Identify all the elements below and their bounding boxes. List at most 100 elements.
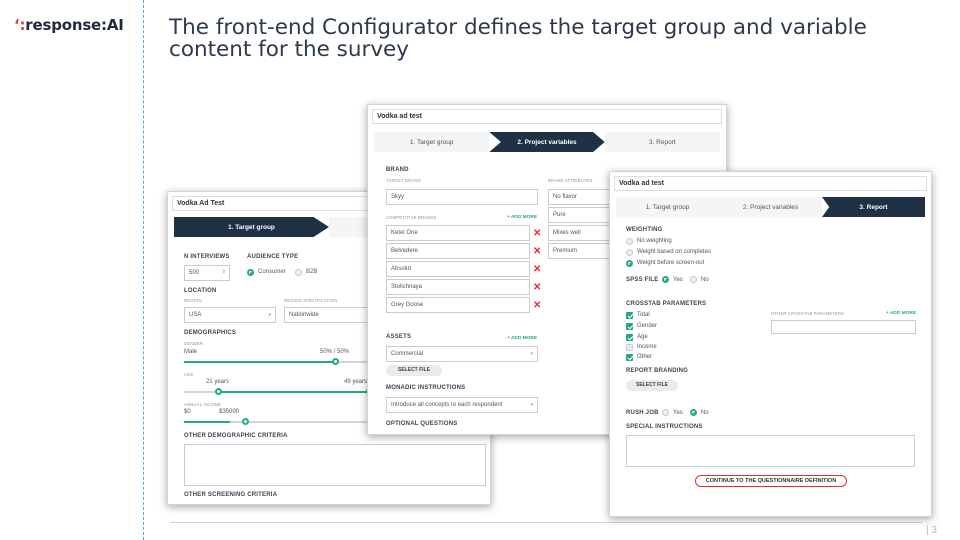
chevron-down-icon: ▾ (530, 402, 533, 408)
delete-icon[interactable]: ✕ (533, 229, 541, 239)
page-number: | 3 (926, 525, 937, 536)
rush-yes-label: Yes (673, 410, 683, 416)
brand-attributes-label: BRAND ATTRIBUTES (548, 178, 593, 183)
brand-logo: ‘:response:AI (14, 16, 124, 34)
other-screening-label: OTHER SCREENING CRITERIA (184, 492, 278, 498)
brand-label: BRAND (386, 167, 409, 173)
income-slider[interactable] (184, 418, 374, 425)
weighting-none-radio[interactable] (626, 238, 633, 245)
brand-value: Ketel One (391, 230, 418, 236)
region-spec-label: REGION SPECIFICATION (284, 298, 338, 303)
age-slider-min-knob[interactable] (215, 388, 222, 395)
crosstab-item-label: Other (637, 354, 653, 360)
audience-b2b-label: B2B (306, 269, 318, 275)
other-crosstab-input[interactable] (771, 320, 916, 334)
spss-yes-radio[interactable] (662, 276, 669, 283)
monadic-select[interactable]: Introduce all concepts to each responden… (386, 397, 538, 413)
competitive-brand-input-2[interactable]: Belvedere (386, 243, 530, 259)
audience-consumer-radio[interactable] (247, 269, 254, 276)
brand-value: Belvedere (391, 248, 419, 254)
audience-b2b-radio[interactable] (295, 269, 302, 276)
delete-icon[interactable]: ✕ (533, 301, 541, 311)
competitive-brands-label: COMPETITIVE BRANDS (386, 215, 437, 220)
step-target-group[interactable]: 1. Target group (616, 197, 719, 217)
special-instructions-label: SPECIAL INSTRUCTIONS (626, 424, 703, 430)
rush-yes-radio[interactable] (662, 409, 669, 416)
target-brand-label: TARGET BRAND (386, 178, 421, 183)
crosstab-item-label: Age (637, 334, 648, 340)
weighting-option: Weight based on completes (637, 249, 711, 255)
chevron-down-icon: ▾ (530, 351, 533, 357)
delete-icon[interactable]: ✕ (533, 247, 541, 257)
gender-split: 50% / 50% (320, 349, 350, 355)
crosstab-age-checkbox[interactable] (626, 334, 633, 341)
competitive-brand-input-1[interactable]: Ketel One (386, 225, 530, 241)
step-target-group[interactable]: 1. Target group (374, 132, 490, 152)
target-brand-input[interactable]: Skyy (386, 189, 538, 205)
other-crosstab-label: OTHER CROSSTAB PARAMETERS (771, 311, 845, 316)
n-interviews-input[interactable]: 500 ⇕ (184, 265, 230, 281)
location-label: LOCATION (184, 288, 217, 294)
gender-value: Male (184, 349, 198, 355)
special-instructions-textarea[interactable] (626, 435, 915, 467)
income-max: $35000 (219, 409, 240, 415)
panel-title: Vodka ad test (372, 109, 722, 124)
monadic-label: MONADIC INSTRUCTIONS (386, 385, 466, 391)
divider-horizontal (170, 522, 922, 523)
competitive-brand-input-5[interactable]: Grey Goose (386, 297, 530, 313)
n-interviews-value: 500 (189, 270, 200, 276)
continue-button[interactable]: CONTINUE TO THE QUESTIONNAIRE DEFINITION (695, 475, 847, 487)
competitive-brand-input-3[interactable]: Absolut (386, 261, 530, 277)
step-bar: 1. Target group 2. Project variables 3. … (616, 197, 925, 217)
spss-no-radio[interactable] (690, 276, 697, 283)
weighting-label: WEIGHTING (626, 227, 663, 233)
region-label: REGION (184, 298, 202, 303)
gender-slider-knob[interactable] (332, 358, 339, 365)
rush-no-radio[interactable] (690, 409, 697, 416)
crosstab-label: CROSSTAB PARAMETERS (626, 301, 707, 307)
assets-select[interactable]: Commercial ▾ (386, 346, 538, 362)
step-project-variables[interactable]: 2. Project variables (489, 132, 605, 152)
brand-value: Grey Goose (391, 302, 424, 308)
region-select[interactable]: USA ▾ (184, 307, 276, 323)
select-file-button[interactable]: SELECT FILE (626, 380, 678, 391)
n-interviews-label: N INTERVIEWS (184, 254, 230, 260)
crosstab-other-checkbox[interactable] (626, 354, 633, 361)
competitive-brand-input-4[interactable]: Stolichnaya (386, 279, 530, 295)
crosstab-income-checkbox[interactable] (626, 344, 633, 351)
step-report[interactable]: 3. Report (822, 197, 925, 217)
chevron-down-icon: ▾ (268, 312, 271, 318)
logo-text: response:AI (25, 16, 124, 34)
delete-icon[interactable]: ✕ (533, 283, 541, 293)
add-more-assets-link[interactable]: + ADD MORE (507, 336, 537, 341)
crosstab-item-label: Total (637, 312, 650, 318)
crosstab-gender-checkbox[interactable] (626, 323, 633, 330)
crosstab-total-checkbox[interactable] (626, 312, 633, 319)
age-label: AGE (184, 372, 194, 377)
audience-consumer-label: Consumer (258, 269, 286, 275)
attribute-value: Pure (553, 212, 566, 218)
add-more-brands-link[interactable]: + ADD MORE (507, 215, 537, 220)
optional-questions-label: OPTIONAL QUESTIONS (386, 421, 458, 427)
delete-icon[interactable]: ✕ (533, 265, 541, 275)
attribute-value: Mixes well (553, 230, 581, 236)
select-file-button[interactable]: SELECT FILE (386, 365, 442, 376)
other-demographic-textarea[interactable] (184, 444, 486, 486)
assets-label: ASSETS (386, 334, 412, 340)
stepper-icon: ⇕ (221, 269, 226, 275)
gender-slider[interactable] (184, 358, 374, 365)
age-slider[interactable] (184, 388, 374, 395)
weighting-screenout-radio[interactable] (626, 260, 633, 267)
add-more-crosstab-link[interactable]: + ADD MORE (886, 311, 916, 316)
spss-file-label: SPSS FILE (626, 277, 659, 283)
step-target-group[interactable]: 1. Target group (174, 217, 329, 237)
step-report[interactable]: 3. Report (604, 132, 720, 152)
target-brand-value: Skyy (391, 194, 405, 200)
attribute-value: No flavor (553, 194, 578, 200)
report-branding-label: REPORT BRANDING (626, 368, 689, 374)
other-demographic-label: OTHER DEMOGRAPHIC CRITERIA (184, 433, 288, 439)
step-project-variables[interactable]: 2. Project variables (719, 197, 822, 217)
income-slider-knob[interactable] (242, 418, 249, 425)
weighting-completes-radio[interactable] (626, 249, 633, 256)
logo-mark: ‘: (14, 16, 26, 34)
